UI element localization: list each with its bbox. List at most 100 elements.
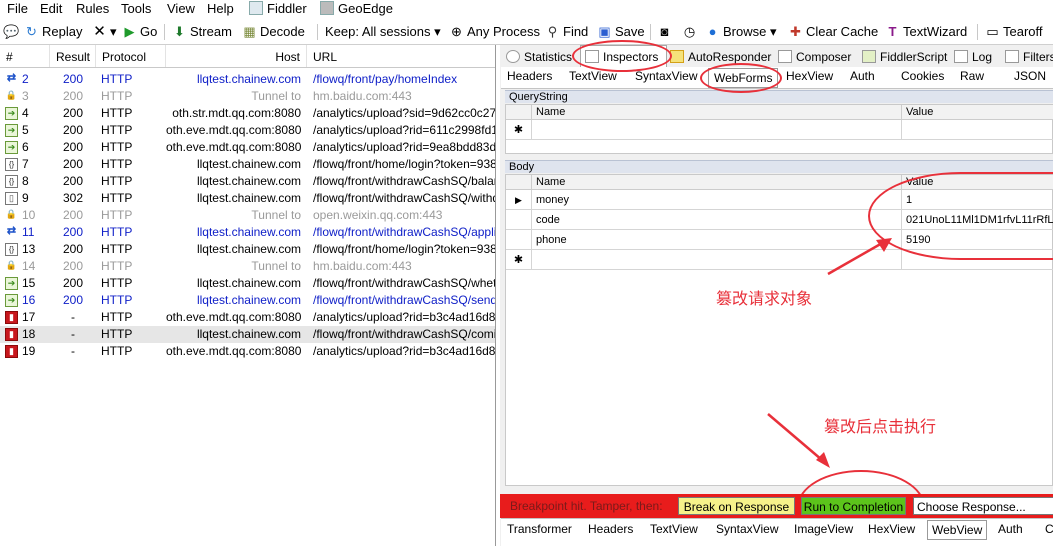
- session-protocol-cell: HTTP: [101, 242, 133, 256]
- decode-button[interactable]: ▦ Decode: [242, 22, 304, 42]
- column-protocol[interactable]: Protocol: [96, 45, 166, 67]
- querystring-new-name-cell[interactable]: [532, 120, 902, 140]
- save-button[interactable]: ▣ Save: [597, 22, 645, 42]
- body-new-value-cell[interactable]: [902, 250, 1053, 270]
- stream-label: Stream: [190, 24, 232, 39]
- column-url[interactable]: URL: [307, 45, 495, 67]
- tearoff-button[interactable]: ▭ Tearoff: [985, 22, 1042, 42]
- remove-button[interactable]: ✕ ▾: [92, 22, 116, 42]
- session-row[interactable]: ▮ 19 - HTTP oth.eve.mdt.qq.com:8080/analytic…: [0, 343, 495, 360]
- tab-fiddlerscript[interactable]: FiddlerScript: [862, 47, 947, 67]
- response-tab-headers[interactable]: Headers: [588, 519, 633, 539]
- request-tab-textview[interactable]: TextView: [569, 66, 617, 86]
- stream-button[interactable]: ⬇ Stream: [172, 22, 232, 42]
- request-tab-json[interactable]: JSON: [1014, 66, 1046, 86]
- break-on-response-button[interactable]: Break on Response: [678, 497, 795, 515]
- response-tab-webview[interactable]: WebView: [927, 520, 988, 540]
- response-tab-transformer[interactable]: Transformer: [507, 519, 572, 539]
- session-host-cell: llqtest.chainew.com: [196, 276, 301, 290]
- response-tab-syntaxview[interactable]: SyntaxView: [716, 519, 778, 539]
- request-tab-webforms[interactable]: WebForms: [708, 68, 779, 88]
- column-number[interactable]: #: [0, 45, 50, 67]
- response-tab-imageview[interactable]: ImageView: [794, 519, 853, 539]
- session-row[interactable]: ➔ 5 200 HTTP oth.eve.mdt.qq.com:8080/analyti…: [0, 122, 495, 139]
- session-row[interactable]: ➔ 4 200 HTTP oth.str.mdt.qq.com:8080/analyti…: [0, 105, 495, 122]
- menu-rules[interactable]: Rules: [76, 1, 109, 19]
- session-host-cell: llqtest.chainew.com: [196, 72, 301, 86]
- column-host[interactable]: Host: [166, 45, 307, 67]
- session-row[interactable]: {} 7 200 HTTP llqtest.chainew.com/flowq/fron…: [0, 156, 495, 173]
- body-col-value[interactable]: Value: [902, 175, 1053, 190]
- browse-button[interactable]: ● Browse ▾: [705, 22, 777, 42]
- request-tab-auth[interactable]: Auth: [850, 66, 875, 86]
- session-row[interactable]: 🔒 3 200 HTTP Tunnel to hm.baidu.com:443: [0, 88, 495, 105]
- menu-edit[interactable]: Edit: [40, 1, 62, 19]
- screenshot-button[interactable]: ◙: [657, 22, 675, 42]
- menu-view[interactable]: View: [167, 1, 195, 19]
- save-label: Save: [615, 24, 645, 39]
- tab-inspectors[interactable]: Inspectors: [580, 45, 668, 68]
- session-row[interactable]: ⇄ 11 200 HTTP llqtest.chainew.com/flowq/fron…: [0, 224, 495, 241]
- querystring-col-value[interactable]: Value: [902, 105, 1053, 120]
- request-tab-raw[interactable]: Raw: [960, 66, 984, 86]
- menu-file[interactable]: File: [7, 1, 28, 19]
- session-url-cell: open.weixin.qq.com:443: [313, 208, 443, 222]
- find-button[interactable]: ⚲ Find: [545, 22, 589, 42]
- timer-button[interactable]: ◷: [682, 22, 700, 42]
- tab-statistics[interactable]: Statistics: [506, 47, 572, 67]
- keep-sessions-dropdown[interactable]: Keep: All sessions ▾: [325, 22, 441, 42]
- request-tab-cookies[interactable]: Cookies: [901, 66, 944, 86]
- tearoff-icon: ▭: [986, 24, 999, 39]
- response-tab-more[interactable]: C: [1045, 519, 1053, 539]
- response-tab-textview[interactable]: TextView: [650, 519, 698, 539]
- session-url-cell: /analytics/upload?rid=611c2998fd148: [313, 123, 495, 137]
- request-tab-headers[interactable]: Headers: [507, 66, 552, 86]
- body-param-name[interactable]: money: [532, 190, 902, 210]
- go-button[interactable]: ▶ Go: [122, 22, 158, 42]
- menu-help[interactable]: Help: [207, 1, 234, 19]
- session-row[interactable]: ▯ 9 302 HTTP llqtest.chainew.com/flowq/front…: [0, 190, 495, 207]
- run-to-completion-button[interactable]: Run to Completion: [801, 497, 906, 515]
- querystring-new-value-cell[interactable]: [902, 120, 1053, 140]
- tab-autoresponder[interactable]: AutoResponder: [670, 47, 771, 67]
- session-row[interactable]: ▮ 18 - HTTP llqtest.chainew.com/flowq/front/…: [0, 326, 495, 343]
- tab-filters[interactable]: Filters: [1005, 47, 1053, 67]
- session-row[interactable]: {} 8 200 HTTP llqtest.chainew.com/flowq/fron…: [0, 173, 495, 190]
- body-param-name[interactable]: code: [532, 210, 902, 230]
- body-param-value[interactable]: 021UnoL11Ml1DM1rfvL11rRfL1: [902, 210, 1053, 230]
- request-tab-syntaxview[interactable]: SyntaxView: [635, 66, 697, 86]
- session-row[interactable]: ➔ 15 200 HTTP llqtest.chainew.com/flowq/fron…: [0, 275, 495, 292]
- session-row[interactable]: ▮ 17 - HTTP oth.eve.mdt.qq.com:8080/analytic…: [0, 309, 495, 326]
- session-row[interactable]: 🔒 10 200 HTTP Tunnel to open.weixin.qq.com:44…: [0, 207, 495, 224]
- session-row[interactable]: ➔ 16 200 HTTP llqtest.chainew.com/flowq/fron…: [0, 292, 495, 309]
- session-url-cell: hm.baidu.com:443: [313, 259, 412, 273]
- comment-button[interactable]: 💬: [3, 22, 21, 42]
- menu-tools[interactable]: Tools: [121, 1, 151, 19]
- querystring-grid[interactable]: Name Value ✱: [505, 104, 1053, 154]
- textwizard-button[interactable]: T TextWizard: [885, 22, 968, 42]
- session-row[interactable]: 🔒 14 200 HTTP Tunnel to hm.baidu.com:443: [0, 258, 495, 275]
- body-param-value[interactable]: 5190: [902, 230, 1053, 250]
- pencil-icon: [778, 50, 792, 63]
- tab-composer[interactable]: Composer: [778, 47, 851, 67]
- tab-log[interactable]: Log: [954, 47, 992, 67]
- session-list[interactable]: # Result Protocol Host URL ⇄ 2 200 HTTP llqt…: [0, 45, 496, 546]
- menu-geoedge[interactable]: GeoEdge: [320, 1, 393, 19]
- session-row[interactable]: ⇄ 2 200 HTTP llqtest.chainew.com/flowq/front…: [0, 71, 495, 88]
- column-result[interactable]: Result: [50, 45, 96, 67]
- menu-fiddler[interactable]: Fiddler: [249, 1, 307, 19]
- request-tab-hexview[interactable]: HexView: [786, 66, 833, 86]
- body-param-value[interactable]: 1: [902, 190, 1053, 210]
- lock-icon: 🔒: [5, 260, 18, 270]
- choose-response-dropdown[interactable]: Choose Response...: [913, 497, 1053, 515]
- querystring-col-name[interactable]: Name: [532, 105, 902, 120]
- session-row[interactable]: {} 13 200 HTTP llqtest.chainew.com/flowq/fro…: [0, 241, 495, 258]
- session-result-cell: 200: [62, 157, 84, 171]
- clear-cache-button[interactable]: ✚ Clear Cache: [788, 22, 878, 42]
- response-tab-hexview[interactable]: HexView: [868, 519, 915, 539]
- response-tab-auth[interactable]: Auth: [998, 519, 1023, 539]
- body-col-name[interactable]: Name: [532, 175, 902, 190]
- process-filter-button[interactable]: ⊕ Any Process: [449, 22, 540, 42]
- session-row[interactable]: ➔ 6 200 HTTP oth.eve.mdt.qq.com:8080/analyti…: [0, 139, 495, 156]
- replay-button[interactable]: ↻ Replay: [24, 22, 82, 42]
